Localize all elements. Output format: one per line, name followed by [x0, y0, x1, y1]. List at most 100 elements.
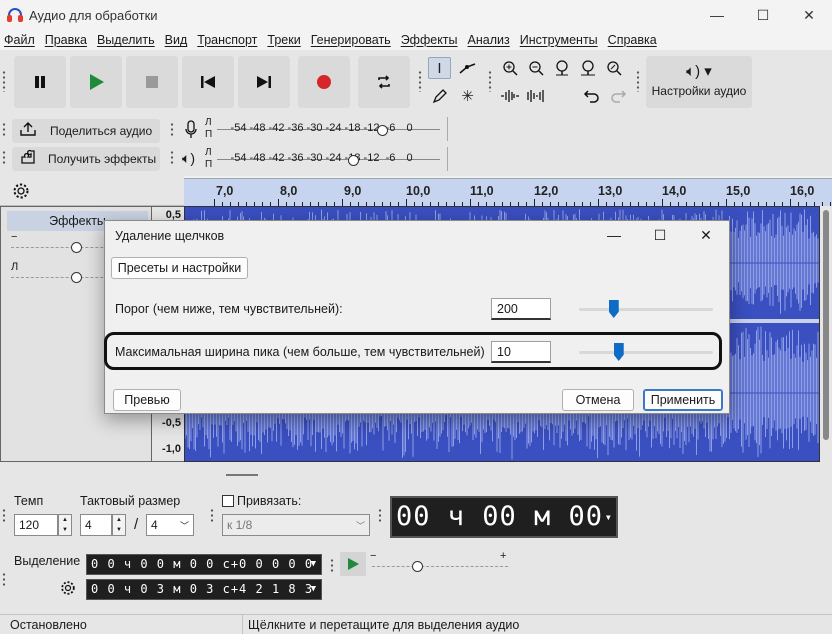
- menu-tracks[interactable]: Треки: [267, 33, 300, 47]
- dialog-maximize-button[interactable]: ☐: [637, 221, 683, 249]
- record-volume-knob[interactable]: [377, 125, 388, 136]
- selection-tool-button[interactable]: I: [428, 57, 451, 79]
- horizontal-splitter[interactable]: [0, 462, 832, 482]
- threshold-input[interactable]: 200: [491, 298, 551, 320]
- play-button[interactable]: [70, 56, 122, 108]
- zoom-toggle-button[interactable]: [602, 57, 625, 79]
- record-meter-scale-label: -54: [230, 122, 247, 134]
- envelope-tool-button[interactable]: [456, 57, 479, 79]
- menu-transport[interactable]: Транспорт: [197, 33, 257, 47]
- effects-grip[interactable]: [2, 150, 6, 164]
- gain-label: −: [11, 231, 18, 243]
- apply-button[interactable]: Применить: [643, 389, 723, 411]
- timeline-ruler[interactable]: 7,0 8,0 9,0 10,0 11,0 12,0 13,0 14,0 15,…: [184, 178, 832, 206]
- speed-slider-track[interactable]: [372, 566, 508, 567]
- get-effects-button[interactable]: Получить эффекты: [12, 147, 160, 171]
- menu-effects[interactable]: Эффекты: [401, 33, 458, 47]
- threshold-slider[interactable]: [579, 299, 713, 319]
- dialog-close-button[interactable]: ✕: [683, 221, 729, 249]
- play-speed-grip[interactable]: [330, 558, 334, 572]
- tools-grip[interactable]: [418, 70, 422, 92]
- snap-checkbox[interactable]: [222, 495, 234, 507]
- threshold-slider-thumb[interactable]: [608, 300, 619, 318]
- time-sig-numerator[interactable]: 4: [80, 514, 112, 536]
- transport-toolbar: I ✳ 🔈︎) ▾ Настройки аудио: [0, 50, 832, 114]
- selection-grip[interactable]: [2, 572, 6, 586]
- undo-button[interactable]: [580, 85, 603, 107]
- menu-view[interactable]: Вид: [165, 33, 188, 47]
- pencil-icon: [432, 89, 447, 104]
- loop-button[interactable]: [358, 56, 410, 108]
- edit-grip[interactable]: [488, 70, 492, 92]
- selection-start-time[interactable]: 0 0 ч 0 0 м 0 0 с+0 0 0 0 0 сэмплов ▼: [86, 554, 322, 575]
- skip-end-icon: [257, 76, 271, 88]
- pause-button[interactable]: [14, 56, 66, 108]
- playback-volume-knob[interactable]: [348, 155, 359, 166]
- menu-select[interactable]: Выделить: [97, 33, 155, 47]
- menu-help[interactable]: Справка: [608, 33, 657, 47]
- presets-settings-button[interactable]: Пресеты и настройки: [111, 257, 248, 279]
- timeline-tick-label: 16,0: [790, 184, 815, 198]
- maximize-button[interactable]: ☐: [740, 0, 786, 30]
- snap-grip[interactable]: [210, 508, 214, 522]
- time-sig-grip[interactable]: [2, 508, 6, 522]
- time-grip[interactable]: [378, 508, 382, 522]
- zoom-out-button[interactable]: [524, 57, 547, 79]
- puzzle-icon: [12, 148, 44, 170]
- menu-generate[interactable]: Генерировать: [311, 33, 391, 47]
- dialog-minimize-button[interactable]: —: [591, 221, 637, 249]
- tempo-input[interactable]: 120: [14, 514, 58, 536]
- cancel-button[interactable]: Отмена: [562, 389, 634, 411]
- play-at-speed-button[interactable]: [340, 552, 366, 576]
- share-audio-button[interactable]: Поделиться аудио: [12, 119, 160, 143]
- time-sig-denominator[interactable]: 4 ﹀: [146, 514, 194, 536]
- record-meter-grip[interactable]: [170, 122, 174, 136]
- speaker-volume-icon[interactable]: 🔈︎): [182, 150, 195, 167]
- menu-tools[interactable]: Инструменты: [520, 33, 598, 47]
- vertical-scrollbar[interactable]: [820, 206, 832, 462]
- record-meter[interactable]: Л П -54 -48 -42 -36 -30 -24 -18 -12 -6 0: [205, 117, 450, 141]
- selection-end-time[interactable]: 0 0 ч 0 3 м 0 3 с+4 2 1 8 3 сэмплов ▼: [86, 579, 322, 600]
- fit-project-button[interactable]: [576, 57, 599, 79]
- time-display[interactable]: 00 ч 00 м 00 с ▾: [390, 496, 618, 538]
- audio-setup-grip[interactable]: [636, 70, 640, 92]
- menu-analyze[interactable]: Анализ: [468, 33, 510, 47]
- minimize-button[interactable]: —: [694, 0, 740, 30]
- fit-selection-button[interactable]: [550, 57, 573, 79]
- menu-file[interactable]: Файл: [4, 33, 35, 47]
- menu-edit[interactable]: Правка: [45, 33, 87, 47]
- gear-icon[interactable]: [12, 182, 30, 203]
- close-button[interactable]: ✕: [786, 0, 832, 30]
- triangle-down-icon: ▾: [604, 510, 613, 524]
- record-button[interactable]: [298, 56, 350, 108]
- audio-settings-button[interactable]: 🔈︎) ▾ Настройки аудио: [646, 56, 752, 108]
- snap-select[interactable]: к 1/8 ﹀: [222, 514, 370, 536]
- selection-start-value: 0 0 ч 0 0 м 0 0 с+0 0 0 0 0 сэмплов: [91, 557, 321, 571]
- zoom-in-button[interactable]: [498, 57, 521, 79]
- stop-icon: [146, 76, 158, 88]
- share-grip[interactable]: [2, 122, 6, 136]
- playback-meter[interactable]: Л П -54 -48 -42 -36 -30 -24 -18 -12 -6 0: [205, 147, 450, 171]
- preview-button[interactable]: Превью: [113, 389, 181, 411]
- microphone-icon[interactable]: [184, 120, 198, 143]
- draw-tool-button[interactable]: [428, 85, 451, 107]
- toolbar-grip[interactable]: [2, 70, 6, 92]
- silence-button[interactable]: [524, 85, 547, 107]
- playback-meter-scale-label: -6: [385, 152, 396, 164]
- pan-knob[interactable]: [71, 272, 82, 283]
- redo-button[interactable]: [606, 85, 629, 107]
- trim-outside-button[interactable]: [498, 85, 521, 107]
- playback-meter-scale-label: -54: [230, 152, 247, 164]
- play-meter-grip[interactable]: [170, 150, 174, 164]
- skip-end-button[interactable]: [238, 56, 290, 108]
- triangle-down-icon: ▼: [310, 584, 317, 594]
- gear-icon[interactable]: [60, 580, 76, 599]
- multi-tool-button[interactable]: ✳: [456, 85, 479, 107]
- gain-knob[interactable]: [71, 242, 82, 253]
- stop-button[interactable]: [126, 56, 178, 108]
- time-sig-spinner[interactable]: ▲ ▼: [112, 514, 126, 536]
- speed-slider-knob[interactable]: [412, 561, 423, 572]
- tempo-spinner[interactable]: ▲ ▼: [58, 514, 72, 536]
- trim-icon: [500, 90, 519, 102]
- skip-start-button[interactable]: [182, 56, 234, 108]
